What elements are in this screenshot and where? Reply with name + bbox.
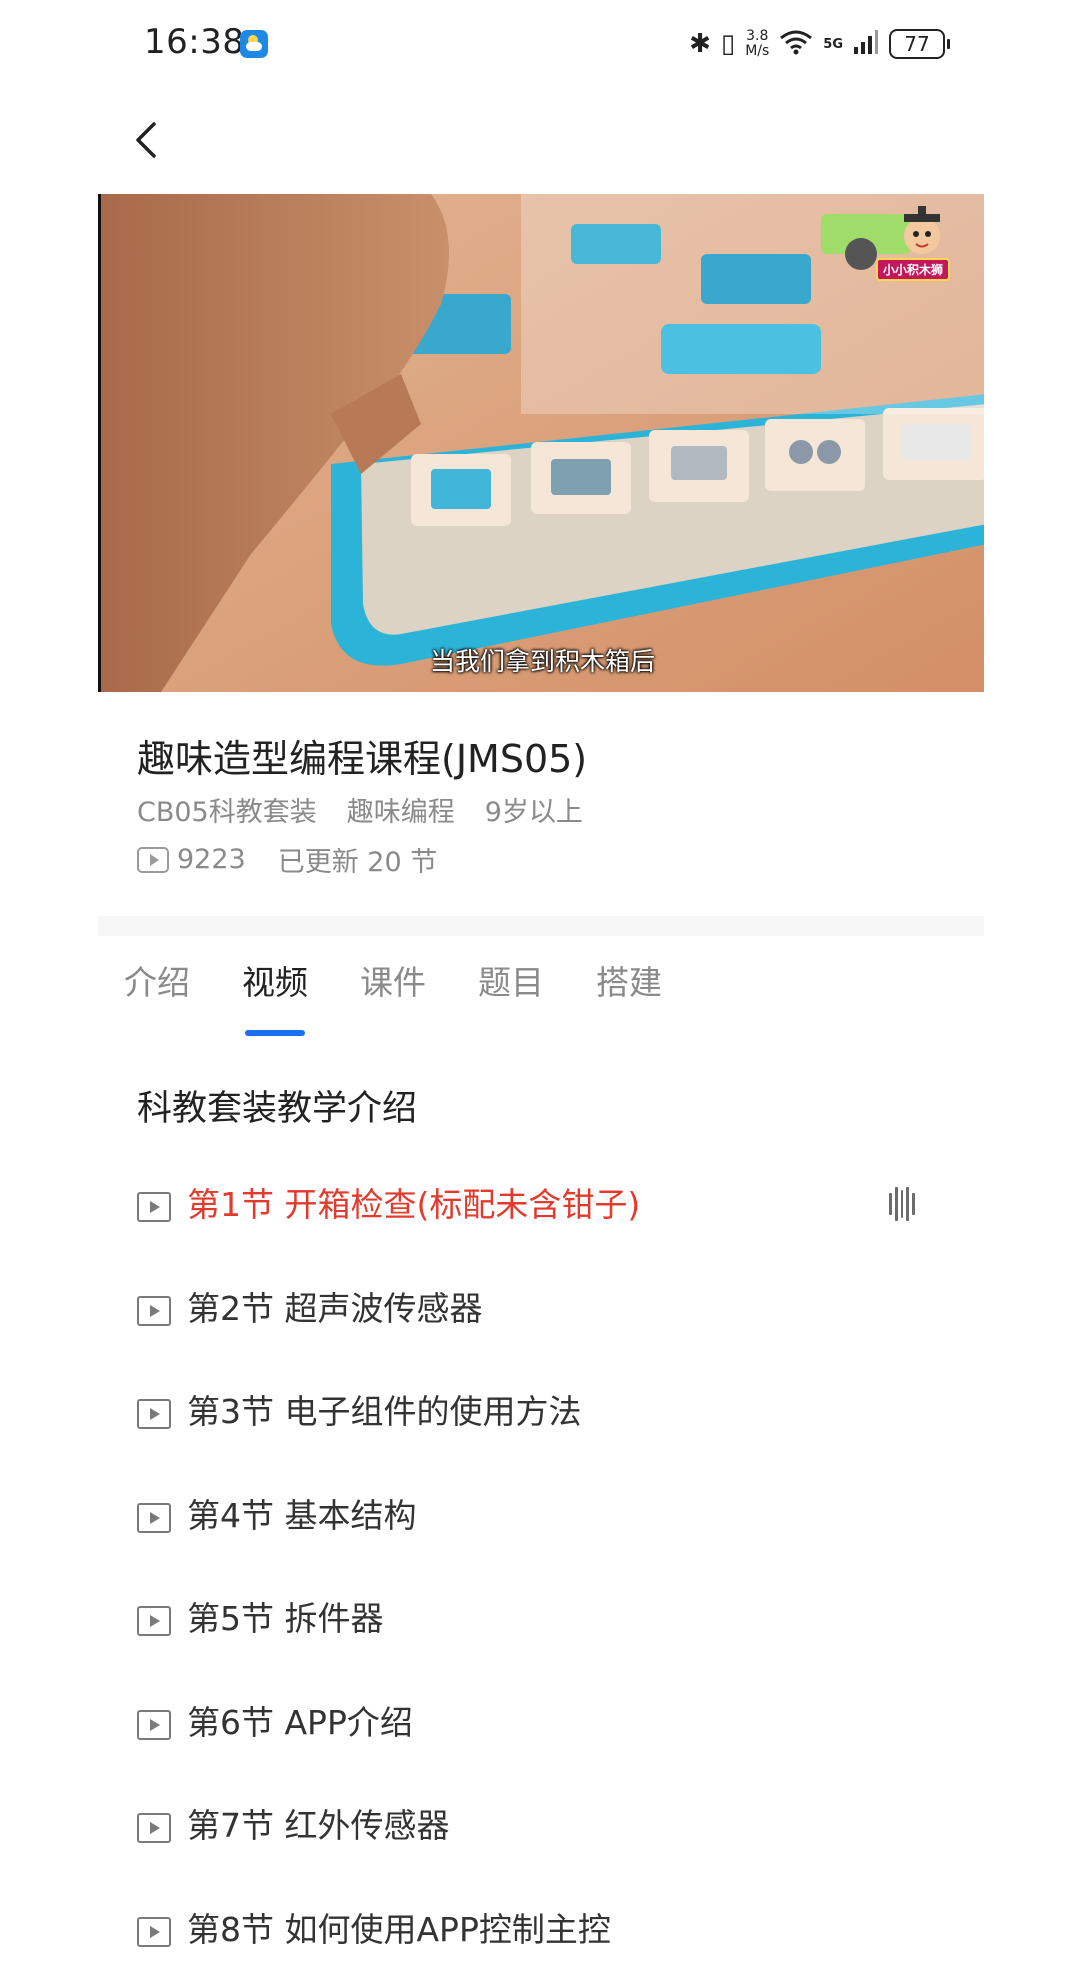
lesson-label: 第1节 开箱检查(标配未含钳子) (187, 1178, 640, 1226)
tab-video[interactable]: 视频 (242, 960, 308, 1040)
mascot-icon (872, 206, 972, 266)
lesson-item[interactable]: 第4节 基本结构 (137, 1471, 917, 1575)
tab-label: 课件 (360, 963, 426, 1002)
video-play-icon (137, 1606, 171, 1636)
lesson-item[interactable]: 第2节 超声波传感器 (137, 1264, 917, 1368)
course-stats: 9223 已更新 20 节 (137, 840, 437, 879)
battery-tip (947, 39, 950, 49)
lesson-list: 第1节 开箱检查(标配未含钳子) 第2节 超声波传感器 第3节 电子组件的使用方… (137, 1160, 917, 1988)
tab-label: 介绍 (124, 963, 190, 1002)
battery-indicator: 77 (889, 29, 950, 59)
section-divider (98, 916, 984, 936)
lesson-item[interactable]: 第7节 红外传感器 (137, 1781, 917, 1885)
weather-app-icon (240, 30, 268, 58)
chevron-left-icon (128, 118, 168, 162)
video-play-icon (137, 1399, 171, 1429)
tab-label: 题目 (478, 963, 544, 1002)
tab-questions[interactable]: 题目 (478, 960, 544, 1040)
tab-bar: 介绍 视频 课件 题目 搭建 (124, 960, 662, 1040)
video-play-icon (137, 1813, 171, 1843)
status-bar: 16:38 ✱ ▯ 3.8 M/s 5G 77 (0, 0, 1080, 90)
lesson-item[interactable]: 第1节 开箱检查(标配未含钳子) (137, 1160, 917, 1264)
lesson-item[interactable]: 第3节 电子组件的使用方法 (137, 1367, 917, 1471)
course-title: 趣味造型编程课程(JMS05) (137, 728, 587, 783)
lesson-item[interactable]: 第5节 拆件器 (137, 1574, 917, 1678)
play-count-icon (137, 847, 169, 873)
vibrate-icon: ▯ (721, 29, 735, 59)
bluetooth-icon: ✱ (689, 29, 711, 59)
channel-logo: 小小积木狮 (872, 206, 972, 284)
battery-level: 77 (889, 29, 945, 59)
video-subtitle: 当我们拿到积木箱后 (101, 642, 984, 678)
network-speed: 3.8 M/s (745, 29, 769, 59)
course-tag: 9岁以上 (485, 790, 583, 829)
network-type: 5G (823, 37, 843, 52)
back-button[interactable] (128, 118, 168, 162)
tab-courseware[interactable]: 课件 (360, 960, 426, 1040)
lesson-label: 第8节 如何使用APP控制主控 (187, 1903, 611, 1951)
lesson-label: 第5节 拆件器 (187, 1592, 384, 1640)
lesson-label: 第3节 电子组件的使用方法 (187, 1385, 582, 1433)
status-icons: ✱ ▯ 3.8 M/s 5G 77 (689, 24, 950, 64)
video-player[interactable]: 小小积木狮 当我们拿到积木箱后 (98, 194, 984, 692)
video-play-icon (137, 1296, 171, 1326)
video-play-icon (137, 1917, 171, 1947)
wifi-icon (779, 29, 813, 59)
lesson-item[interactable]: 第8节 如何使用APP控制主控 (137, 1885, 917, 1988)
lesson-label: 第4节 基本结构 (187, 1489, 417, 1537)
lesson-label: 第2节 超声波传感器 (187, 1282, 483, 1330)
section-title: 科教套装教学介绍 (137, 1080, 417, 1131)
tab-build[interactable]: 搭建 (596, 960, 662, 1040)
course-tag: CB05科教套装 (137, 790, 317, 829)
tab-intro[interactable]: 介绍 (124, 960, 190, 1040)
status-time: 16:38 (144, 22, 244, 62)
lesson-item[interactable]: 第6节 APP介绍 (137, 1678, 917, 1782)
update-status: 已更新 20 节 (278, 840, 438, 879)
play-count: 9223 (177, 844, 246, 875)
course-tag: 趣味编程 (347, 790, 455, 829)
video-frame (101, 194, 984, 692)
network-speed-unit: M/s (745, 44, 769, 59)
signal-icon (853, 29, 879, 59)
tab-label: 视频 (242, 963, 308, 1002)
video-play-icon (137, 1710, 171, 1740)
lesson-label: 第6节 APP介绍 (187, 1696, 413, 1744)
network-speed-value: 3.8 (745, 29, 769, 44)
video-play-icon (137, 1503, 171, 1533)
tab-label: 搭建 (596, 963, 662, 1002)
logo-text: 小小积木狮 (876, 258, 950, 281)
video-play-icon (137, 1192, 171, 1222)
now-playing-icon (889, 1186, 915, 1222)
lesson-label: 第7节 红外传感器 (187, 1799, 450, 1847)
tab-active-indicator (245, 1030, 305, 1036)
course-tags: CB05科教套装 趣味编程 9岁以上 (137, 790, 583, 829)
